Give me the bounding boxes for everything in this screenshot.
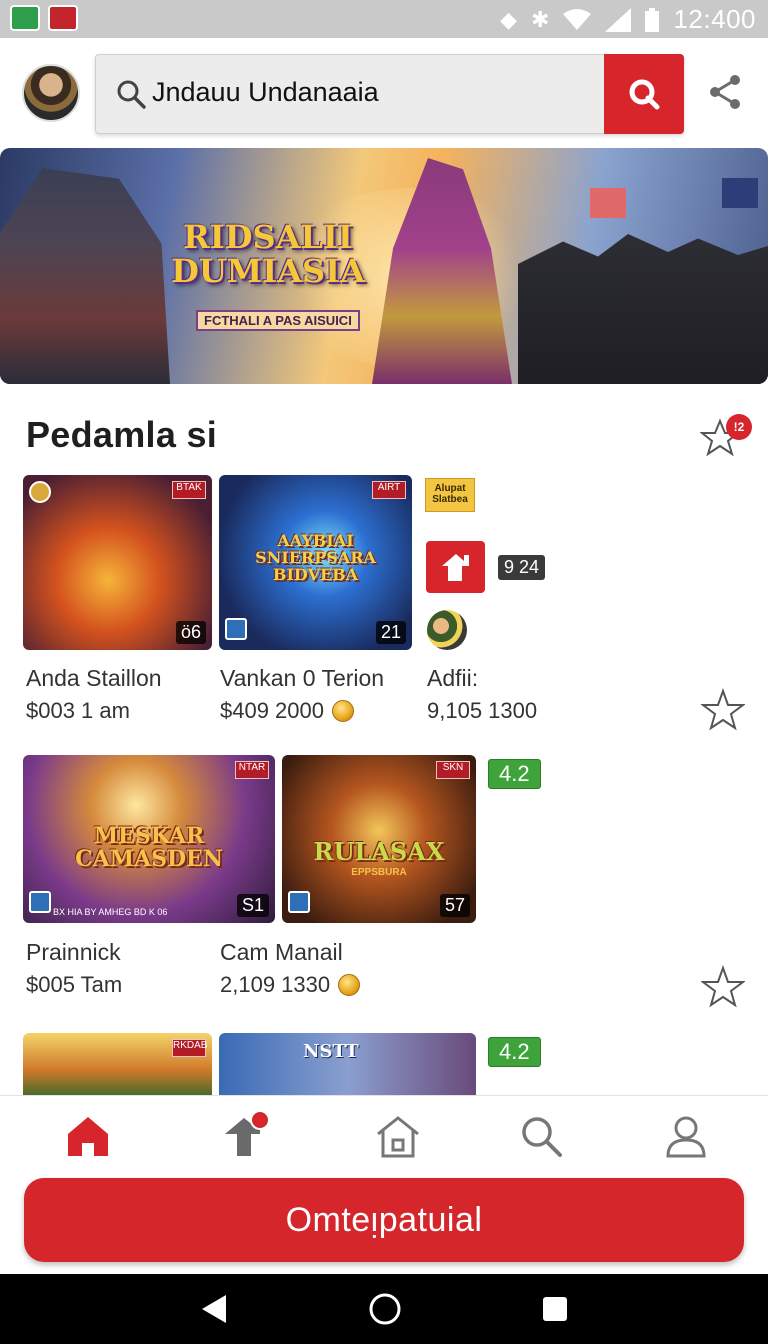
thumbnail-badge: 21: [375, 621, 406, 644]
search-button[interactable]: [604, 54, 684, 134]
rating-badge: 4.2: [488, 759, 541, 789]
app-header: Jndauu Undanaaia: [0, 38, 768, 144]
price-text: 9,105 1300: [427, 698, 538, 723]
nav-house[interactable]: [372, 1110, 424, 1162]
thumbnail-title: RULASAX: [313, 837, 445, 866]
thumbnail-corner-tag: RKDAB: [172, 1039, 207, 1057]
thumbnail-footer: BX HIA BY AMHEG BD K 06: [53, 907, 168, 917]
thumbnail-title: MESKAR CAMASDEN: [75, 823, 223, 873]
notification-icons: [10, 5, 78, 31]
coin-icon: [338, 974, 361, 996]
thumbnail-title: NSTT: [303, 1041, 359, 1062]
favorite-star-icon[interactable]: [701, 688, 745, 732]
bluetooth-icon: ◆: [500, 6, 518, 32]
bottom-navigation: [0, 1095, 768, 1177]
search-bar[interactable]: Jndauu Undanaaia: [95, 54, 684, 134]
favorite-star-icon[interactable]: [701, 965, 745, 1009]
search-input[interactable]: Jndauu Undanaaia: [152, 77, 379, 108]
card-title[interactable]: Cam Manail: [220, 939, 343, 966]
thumbnail-subtitle: EPPSBURA: [351, 867, 407, 878]
system-navigation-bar: [0, 1274, 768, 1344]
nav-notification-badge: [250, 1110, 270, 1130]
status-bar: ◆ ✱ 12:400: [0, 0, 768, 38]
home-circle-icon[interactable]: [368, 1292, 402, 1326]
game-card-thumbnail[interactable]: AAYBIAI SNIERPSARA BIDVEBA AIRT 21: [219, 475, 412, 650]
search-icon: [522, 1117, 562, 1157]
wifi-icon: [563, 8, 592, 30]
thumbnail-corner-tag: BTAK: [172, 481, 206, 499]
search-icon: [117, 80, 146, 109]
price-text: $003 1 am: [26, 698, 130, 723]
banner-warrior-left: [0, 168, 170, 384]
banner-people: [518, 234, 768, 384]
clock: 12:400: [673, 4, 756, 34]
store-glyph-icon: [441, 554, 469, 581]
count-badge: 9 24: [498, 555, 546, 580]
game-logo-icon: [29, 481, 51, 503]
home-icon: [68, 1117, 108, 1156]
section-title: Pedamla si: [26, 414, 218, 455]
signal-icon: [605, 7, 632, 32]
thumbnail-badge: S1: [236, 894, 269, 917]
publisher-logo-icon: [29, 891, 51, 913]
thumbnail-badge: ö6: [175, 621, 206, 644]
card-price: $003 1 am: [26, 698, 130, 724]
price-text: 2,109 1330: [220, 972, 331, 997]
game-card-thumbnail[interactable]: NSTT: [219, 1033, 476, 1095]
thumbnail-title: AAYBIAI SNIERPSARA BIDVEBA: [255, 531, 376, 584]
app-notification-icon: [10, 5, 40, 31]
store-app-icon[interactable]: [426, 541, 485, 593]
rating-badge: 4.2: [488, 1037, 541, 1067]
back-icon[interactable]: [198, 1292, 230, 1326]
card-title[interactable]: Anda Staillon: [26, 665, 162, 692]
publisher-logo-icon: [225, 618, 247, 640]
price-text: $005 Tam: [26, 972, 123, 997]
thumbnail-badge: 57: [439, 894, 470, 917]
thumbnail-corner-tag: AIRT: [372, 481, 406, 499]
card-price: $005 Tam: [26, 972, 122, 998]
card-title[interactable]: Vankan 0 Terion: [220, 665, 384, 692]
profile-icon: [666, 1116, 706, 1158]
banner-title: RIDSALII DUMIASIA: [171, 218, 365, 290]
primary-action-button[interactable]: Omteᴉpatuial: [24, 1178, 744, 1262]
recents-icon[interactable]: [540, 1292, 570, 1326]
promo-banner[interactable]: RIDSALII DUMIASIA FCTHALI A PAS AISUICI: [0, 148, 768, 384]
nav-search[interactable]: [515, 1110, 567, 1162]
card-title[interactable]: Adfii:: [427, 665, 478, 692]
card-price: $409 2000: [220, 698, 354, 724]
nav-store[interactable]: [218, 1110, 270, 1162]
nav-home[interactable]: [62, 1110, 114, 1162]
media-notification-icon: [48, 5, 78, 31]
avatar[interactable]: [22, 64, 80, 122]
system-icons: ◆ ✱ 12:400: [500, 4, 756, 35]
card-price: 9,105 1300: [427, 698, 537, 724]
publisher-logo-icon: [288, 891, 310, 913]
vibrate-icon: ✱: [531, 6, 550, 32]
banner-subtitle: FCTHALI A PAS AISUICI: [196, 310, 360, 331]
battery-icon: [645, 7, 660, 32]
game-card-thumbnail[interactable]: RKDAB: [23, 1033, 212, 1095]
developer-avatar[interactable]: [427, 610, 467, 650]
card-title[interactable]: Prainnick: [26, 939, 121, 966]
banner-flag: [590, 188, 626, 218]
game-card-thumbnail[interactable]: BTAK ö6: [23, 475, 212, 650]
side-tag: Alupat Slatbea: [425, 478, 475, 512]
card-price: 2,109 1330: [220, 972, 361, 998]
notification-badge: !2: [726, 414, 752, 440]
share-icon[interactable]: [708, 74, 742, 110]
nav-profile[interactable]: [660, 1110, 712, 1162]
game-card-thumbnail[interactable]: RULASAX EPPSBURA SKN 57: [282, 755, 476, 923]
game-card-thumbnail[interactable]: MESKAR CAMASDEN NTAR BX HIA BY AMHEG BD …: [23, 755, 275, 923]
search-button-icon: [629, 79, 660, 110]
price-text: $409 2000: [220, 698, 324, 723]
coin-icon: [332, 700, 354, 722]
thumbnail-corner-tag: SKN: [436, 761, 470, 779]
banner-flag: [722, 178, 758, 208]
house-icon: [377, 1116, 419, 1158]
thumbnail-corner-tag: NTAR: [235, 761, 269, 779]
